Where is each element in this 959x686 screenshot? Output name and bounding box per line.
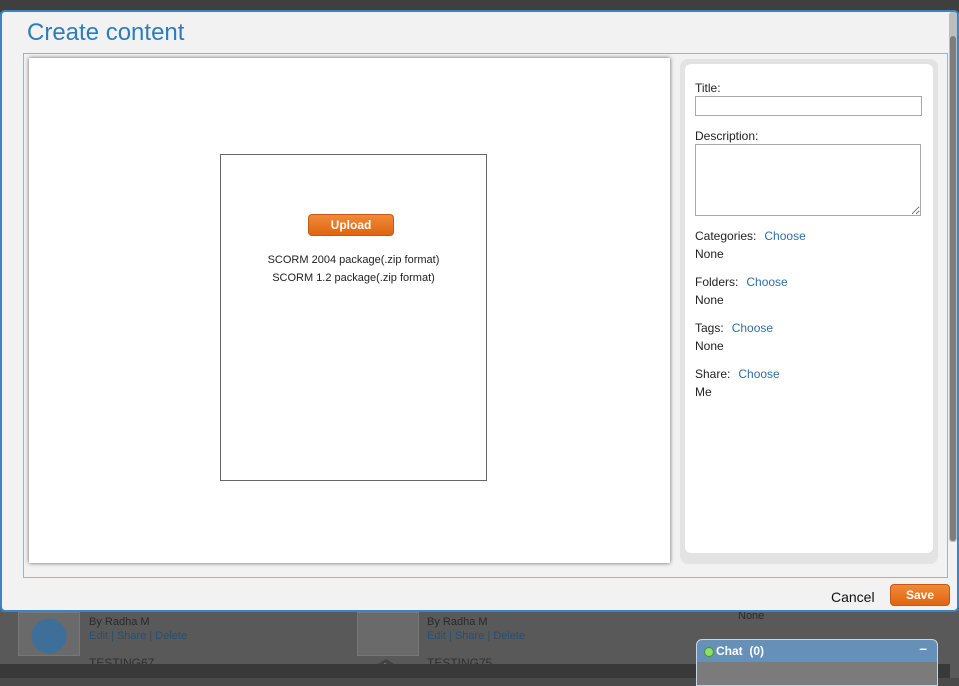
metadata-form: Title: Description: Categories: Choose No… xyxy=(685,64,933,553)
categories-label: Categories: xyxy=(695,229,757,243)
folders-label: Folders: xyxy=(695,275,739,289)
item-author: By Radha M xyxy=(89,616,150,628)
share-label: Share: xyxy=(695,367,731,381)
format-scorm-2004: SCORM 2004 package(.zip format) xyxy=(267,254,440,266)
minimize-icon[interactable]: – xyxy=(919,640,927,656)
cancel-button[interactable]: Cancel xyxy=(831,589,875,605)
scrollbar-thumb[interactable] xyxy=(950,36,956,541)
title-input[interactable] xyxy=(695,96,922,116)
dialog-scrollbar[interactable] xyxy=(949,12,957,542)
tags-label: Tags: xyxy=(695,321,724,335)
share-choose-link[interactable]: Choose xyxy=(738,367,779,381)
item-author: By Radha M xyxy=(427,616,488,628)
dialog-title: Create content xyxy=(27,19,185,46)
tags-value: None xyxy=(695,339,724,353)
description-textarea[interactable] xyxy=(695,144,921,216)
categories-choose-link[interactable]: Choose xyxy=(764,229,805,243)
status-online-icon xyxy=(704,647,714,657)
share-value: Me xyxy=(695,385,712,399)
folders-choose-link[interactable]: Choose xyxy=(746,275,787,289)
tags-choose-link[interactable]: Choose xyxy=(732,321,773,335)
save-button[interactable]: Save xyxy=(890,584,950,606)
item-thumbnail xyxy=(357,612,419,656)
upload-canvas: Upload SCORM 2004 package(.zip format) S… xyxy=(29,58,670,563)
folders-row: Folders: Choose xyxy=(695,275,788,289)
chat-body xyxy=(697,662,937,685)
chat-label: Chat (0) xyxy=(716,644,765,658)
upload-panel: Upload SCORM 2004 package(.zip format) S… xyxy=(220,154,487,481)
upload-button[interactable]: Upload xyxy=(308,214,394,236)
title-label: Title: xyxy=(695,81,721,95)
categories-value: None xyxy=(695,247,724,261)
share-row: Share: Choose xyxy=(695,367,780,381)
categories-row: Categories: Choose xyxy=(695,229,806,243)
item-edit-link[interactable]: Edit | Share | Delete xyxy=(427,630,525,642)
description-label: Description: xyxy=(695,129,759,143)
dialog-content: Upload SCORM 2004 package(.zip format) S… xyxy=(23,53,948,578)
chat-widget[interactable]: Chat (0) – xyxy=(696,639,938,686)
metadata-panel: Title: Description: Categories: Choose No… xyxy=(680,59,938,564)
format-scorm-12: SCORM 1.2 package(.zip format) xyxy=(272,272,435,284)
create-content-dialog: Create content Upload SCORM 2004 package… xyxy=(0,10,959,612)
folders-value: None xyxy=(695,293,724,307)
globe-icon xyxy=(18,612,80,656)
tags-row: Tags: Choose xyxy=(695,321,773,335)
item-edit-link[interactable]: Edit | Share | Delete xyxy=(89,630,187,642)
